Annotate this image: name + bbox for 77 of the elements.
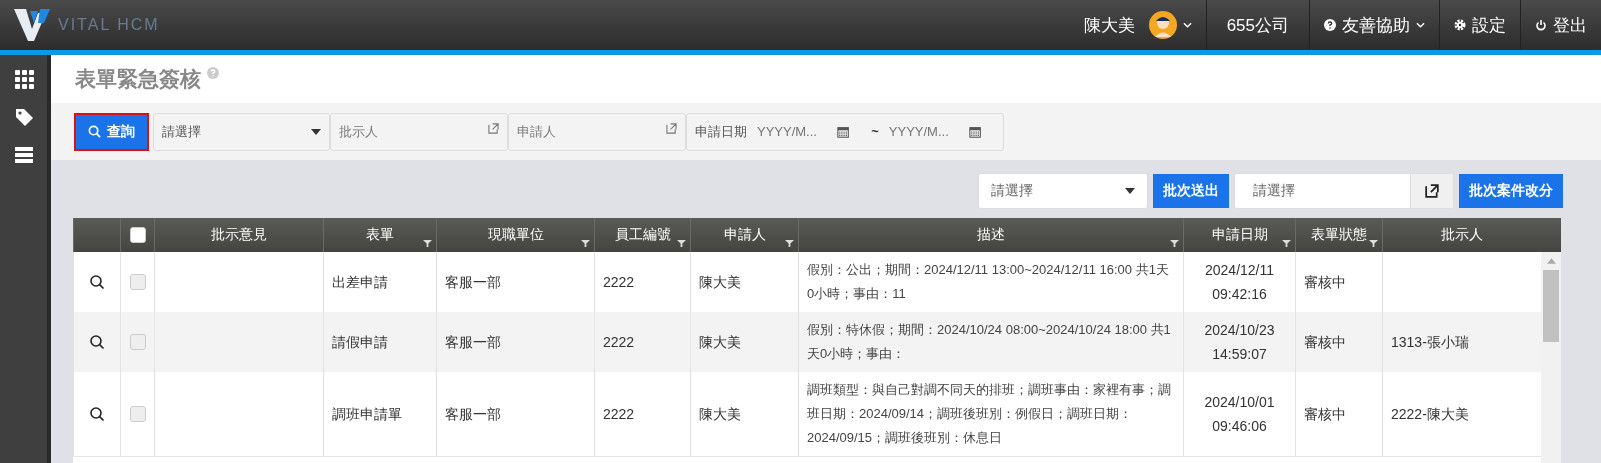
tag-icon[interactable] bbox=[13, 107, 34, 127]
calendar-icon[interactable] bbox=[837, 124, 850, 139]
external-link-icon bbox=[488, 122, 499, 134]
table-cell-text: 調班類型：與自己對調不同天的排班；調班事由：家裡有事；調班日期：2024/09/14；調班後班別：例假日；調班日期：2024/09/15；調班後班別：休息日 bbox=[807, 381, 1172, 447]
search-icon[interactable] bbox=[89, 274, 105, 290]
batch-send-button[interactable]: 批次送出 bbox=[1153, 174, 1229, 208]
table-cell-text: 審核中 bbox=[1304, 273, 1346, 292]
filter-icon[interactable] bbox=[1369, 239, 1378, 248]
table-cell-text: 2222 bbox=[603, 273, 635, 292]
table-cell-text: 陳大美 bbox=[699, 405, 741, 424]
table-cell-text: 出差申請 bbox=[332, 273, 388, 292]
table-cell-text: 2222-陳大美 bbox=[1391, 405, 1469, 424]
table-cell-text: 2024/12/11 09:42:16 bbox=[1204, 261, 1275, 304]
external-link-icon bbox=[666, 122, 677, 134]
settings-icon bbox=[1454, 19, 1466, 31]
select-all-checkbox[interactable] bbox=[129, 227, 146, 243]
table-cell-text: 陳大美 bbox=[699, 273, 741, 292]
table-cell-text: 1313-張小瑞 bbox=[1391, 333, 1469, 352]
date-label: 申請日期 bbox=[695, 122, 747, 141]
power-icon bbox=[1535, 19, 1547, 31]
start-date-input[interactable]: YYYY/M... bbox=[755, 123, 829, 140]
table-cell-text: 假別：特休假；期間：2024/10/24 08:00~2024/10/24 18:00 共1天0小時；事由： bbox=[807, 321, 1172, 363]
batch-reassign-button[interactable]: 批次案件改分 bbox=[1459, 174, 1563, 208]
table-cell-text: 客服一部 bbox=[445, 405, 501, 424]
user-menu[interactable]: 陳大美 bbox=[1069, 0, 1206, 50]
avatar-icon bbox=[1148, 11, 1177, 39]
search-icon[interactable] bbox=[89, 406, 105, 422]
settings-button[interactable]: 設定 bbox=[1439, 0, 1520, 50]
batch-select[interactable]: 請選擇 bbox=[978, 173, 1148, 209]
external-link-icon bbox=[1425, 184, 1439, 198]
picker-button[interactable] bbox=[1410, 174, 1453, 208]
filter-icon[interactable] bbox=[581, 239, 590, 248]
scroll-thumb[interactable] bbox=[1543, 270, 1559, 342]
apps-grid-icon[interactable] bbox=[13, 69, 34, 89]
table-cell-text: 審核中 bbox=[1304, 405, 1346, 424]
table-cell-text: 2024/10/23 14:59:07 bbox=[1203, 321, 1276, 364]
company-menu[interactable]: 655公司 bbox=[1205, 0, 1309, 50]
end-date-input[interactable]: YYYY/M... bbox=[886, 123, 961, 140]
caret-icon bbox=[311, 128, 321, 135]
table-cell-text: 審核中 bbox=[1304, 333, 1346, 352]
logo-text: VITAL HCM bbox=[58, 16, 160, 34]
search-icon bbox=[88, 125, 101, 138]
filter-icon[interactable] bbox=[677, 239, 686, 248]
help-icon bbox=[1324, 19, 1336, 31]
logout-button[interactable]: 登出 bbox=[1520, 0, 1601, 50]
search-button[interactable]: 查詢 bbox=[74, 112, 149, 151]
filter-icon[interactable] bbox=[1282, 239, 1291, 248]
page-title: 表單緊急簽核 bbox=[75, 66, 201, 92]
form-select[interactable]: 請選擇 bbox=[153, 112, 330, 151]
filter-icon[interactable] bbox=[785, 239, 794, 248]
table-cell-text: 假別：公出；期間：2024/12/11 13:00~2024/12/11 16:00 共1天0小時；事由：11 bbox=[807, 261, 1170, 303]
table-cell-text: 請假申請 bbox=[332, 333, 388, 352]
caret-icon bbox=[1125, 188, 1135, 194]
assignee-field[interactable]: 請選擇 bbox=[1234, 173, 1454, 209]
table-cell-text: 客服一部 bbox=[445, 273, 501, 292]
row-checkbox[interactable] bbox=[129, 334, 146, 350]
table-cell-text: 調班申請單 bbox=[332, 405, 402, 424]
help-menu[interactable]: 友善協助 bbox=[1309, 0, 1439, 50]
server-list-icon[interactable] bbox=[13, 145, 34, 165]
search-icon[interactable] bbox=[89, 334, 105, 350]
table-cell-text: 2222 bbox=[603, 405, 635, 424]
filter-icon[interactable] bbox=[423, 239, 432, 248]
chevron-down-icon bbox=[1416, 22, 1425, 28]
date-separator: ~ bbox=[871, 124, 879, 139]
table-cell-text: 陳大美 bbox=[699, 333, 741, 352]
row-checkbox[interactable] bbox=[129, 406, 146, 422]
calendar-icon[interactable] bbox=[968, 124, 981, 139]
approver-field[interactable]: 批示人 bbox=[330, 112, 508, 151]
filter-icon[interactable] bbox=[1170, 239, 1179, 248]
table-cell-text: 客服一部 bbox=[445, 333, 501, 352]
table-cell-text: 2024/10/01 09:46:06 bbox=[1203, 393, 1276, 436]
logo-icon bbox=[12, 7, 52, 43]
chevron-down-icon bbox=[1182, 22, 1192, 28]
applicant-field[interactable]: 申請人 bbox=[508, 112, 686, 151]
scrollbar[interactable] bbox=[1541, 252, 1561, 463]
table-cell-text: 2222 bbox=[603, 333, 635, 352]
row-checkbox[interactable] bbox=[129, 274, 146, 290]
